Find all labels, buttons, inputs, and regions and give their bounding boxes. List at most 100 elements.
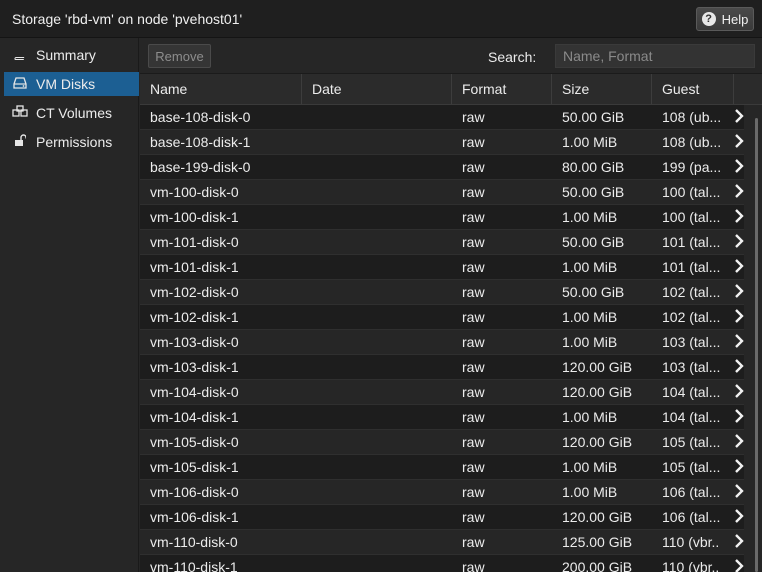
cell-guest: 104 (tal... [662,409,720,425]
chevron-right-icon[interactable] [734,483,744,499]
cell-format: raw [462,534,485,550]
table-row[interactable]: vm-104-disk-0 raw 120.00 GiB 104 (tal... [140,380,744,405]
cell-date [302,130,452,154]
sidebar-item-vm-disks[interactable]: VM Disks [4,72,139,96]
column-header-size[interactable]: Size [552,74,652,104]
cell-guest: 108 (ub... [662,109,720,125]
sidebar-item-summary[interactable]: Summary [4,43,139,67]
cell-format: raw [462,184,485,200]
column-header-format[interactable]: Format [452,74,552,104]
remove-button[interactable]: Remove [148,44,211,68]
cell-date [302,280,452,304]
sidebar-item-ct-volumes[interactable]: CT Volumes [4,101,139,125]
cell-date [302,155,452,179]
table-row[interactable]: vm-100-disk-1 raw 1.00 MiB 100 (tal... [140,205,744,230]
table-row[interactable]: base-108-disk-1 raw 1.00 MiB 108 (ub... [140,130,744,155]
column-header-name[interactable]: Name [140,74,302,104]
cell-format: raw [462,309,485,325]
cubes-icon [12,105,28,121]
cell-guest: 101 (tal... [662,234,720,250]
chevron-right-icon[interactable] [734,433,744,449]
help-button-label: Help [721,11,749,27]
cell-name: base-108-disk-1 [150,134,251,150]
table-row[interactable]: vm-102-disk-0 raw 50.00 GiB 102 (tal... [140,280,744,305]
cell-date [302,105,452,129]
cell-size: 120.00 GiB [562,359,633,375]
table-row[interactable]: vm-101-disk-1 raw 1.00 MiB 101 (tal... [140,255,744,280]
chevron-right-icon[interactable] [734,158,744,174]
column-header-date[interactable]: Date [302,74,452,104]
table-row[interactable]: vm-103-disk-0 raw 1.00 MiB 103 (tal... [140,330,744,355]
cell-date [302,230,452,254]
table-row[interactable]: vm-105-disk-1 raw 1.00 MiB 105 (tal... [140,455,744,480]
cell-format: raw [462,259,485,275]
table-row[interactable]: vm-100-disk-0 raw 50.00 GiB 100 (tal... [140,180,744,205]
chevron-right-icon[interactable] [734,208,744,224]
chevron-right-icon[interactable] [734,133,744,149]
chevron-right-icon[interactable] [734,408,744,424]
table-row[interactable]: vm-110-disk-1 raw 200.00 GiB 110 (vbr... [140,555,744,572]
sidebar-item-permissions[interactable]: Permissions [4,130,139,154]
chevron-right-icon[interactable] [734,308,744,324]
chevron-right-icon[interactable] [734,458,744,474]
cell-format: raw [462,109,485,125]
cell-date [302,555,452,572]
chevron-right-icon[interactable] [734,383,744,399]
cell-size: 1.00 MiB [562,484,618,500]
book-icon [12,47,28,63]
cell-format: raw [462,434,485,450]
table-row[interactable]: vm-106-disk-1 raw 120.00 GiB 106 (tal... [140,505,744,530]
chevron-right-icon[interactable] [734,108,744,124]
cell-format: raw [462,284,485,300]
table-row[interactable]: vm-110-disk-0 raw 125.00 GiB 110 (vbr... [140,530,744,555]
question-circle-icon: ? [701,12,716,26]
chevron-right-icon[interactable] [734,233,744,249]
cell-guest: 102 (tal... [662,309,720,325]
cell-guest: 105 (tal... [662,434,720,450]
chevron-right-icon[interactable] [734,358,744,374]
cell-date [302,380,452,404]
chevron-right-icon[interactable] [734,283,744,299]
cell-name: vm-100-disk-0 [150,184,239,200]
cell-size: 125.00 GiB [562,534,633,550]
chevron-right-icon[interactable] [734,533,744,549]
vertical-scrollbar[interactable] [755,118,758,572]
chevron-right-icon[interactable] [734,508,744,524]
column-header-guest[interactable]: Guest [652,74,734,104]
chevron-right-icon[interactable] [734,258,744,274]
cell-size: 50.00 GiB [562,234,625,250]
cell-name: vm-106-disk-1 [150,509,239,525]
cell-date [302,430,452,454]
table-row[interactable]: base-199-disk-0 raw 80.00 GiB 199 (pa... [140,155,744,180]
table-row[interactable]: vm-104-disk-1 raw 1.00 MiB 104 (tal... [140,405,744,430]
table-row[interactable]: vm-101-disk-0 raw 50.00 GiB 101 (tal... [140,230,744,255]
cell-name: vm-101-disk-1 [150,259,239,275]
cell-size: 1.00 MiB [562,309,618,325]
table-row[interactable]: vm-106-disk-0 raw 1.00 MiB 106 (tal... [140,480,744,505]
table-row[interactable]: vm-103-disk-1 raw 120.00 GiB 103 (tal... [140,355,744,380]
cell-name: vm-100-disk-1 [150,209,239,225]
table-row[interactable]: base-108-disk-0 raw 50.00 GiB 108 (ub... [140,105,744,130]
cell-date [302,205,452,229]
cell-date [302,505,452,529]
help-button[interactable]: ? Help [696,7,754,31]
cell-format: raw [462,334,485,350]
cell-size: 1.00 MiB [562,409,618,425]
chevron-right-icon[interactable] [734,558,744,572]
cell-name: vm-110-disk-0 [150,534,238,550]
search-label: Search: [488,49,537,65]
chevron-right-icon[interactable] [734,183,744,199]
disks-grid: Name Date Format Size Guest base-108-dis… [140,74,762,572]
search-input[interactable] [555,44,755,68]
table-row[interactable]: vm-102-disk-1 raw 1.00 MiB 102 (tal... [140,305,744,330]
cell-guest: 100 (tal... [662,209,720,225]
cell-name: vm-104-disk-1 [150,409,239,425]
cell-guest: 103 (tal... [662,359,720,375]
chevron-right-icon[interactable] [734,333,744,349]
unlock-icon [12,134,28,150]
table-row[interactable]: vm-105-disk-0 raw 120.00 GiB 105 (tal... [140,430,744,455]
sidebar-item-label: CT Volumes [36,105,112,121]
cell-guest: 103 (tal... [662,334,720,350]
cell-name: vm-105-disk-0 [150,434,239,450]
cell-date [302,305,452,329]
